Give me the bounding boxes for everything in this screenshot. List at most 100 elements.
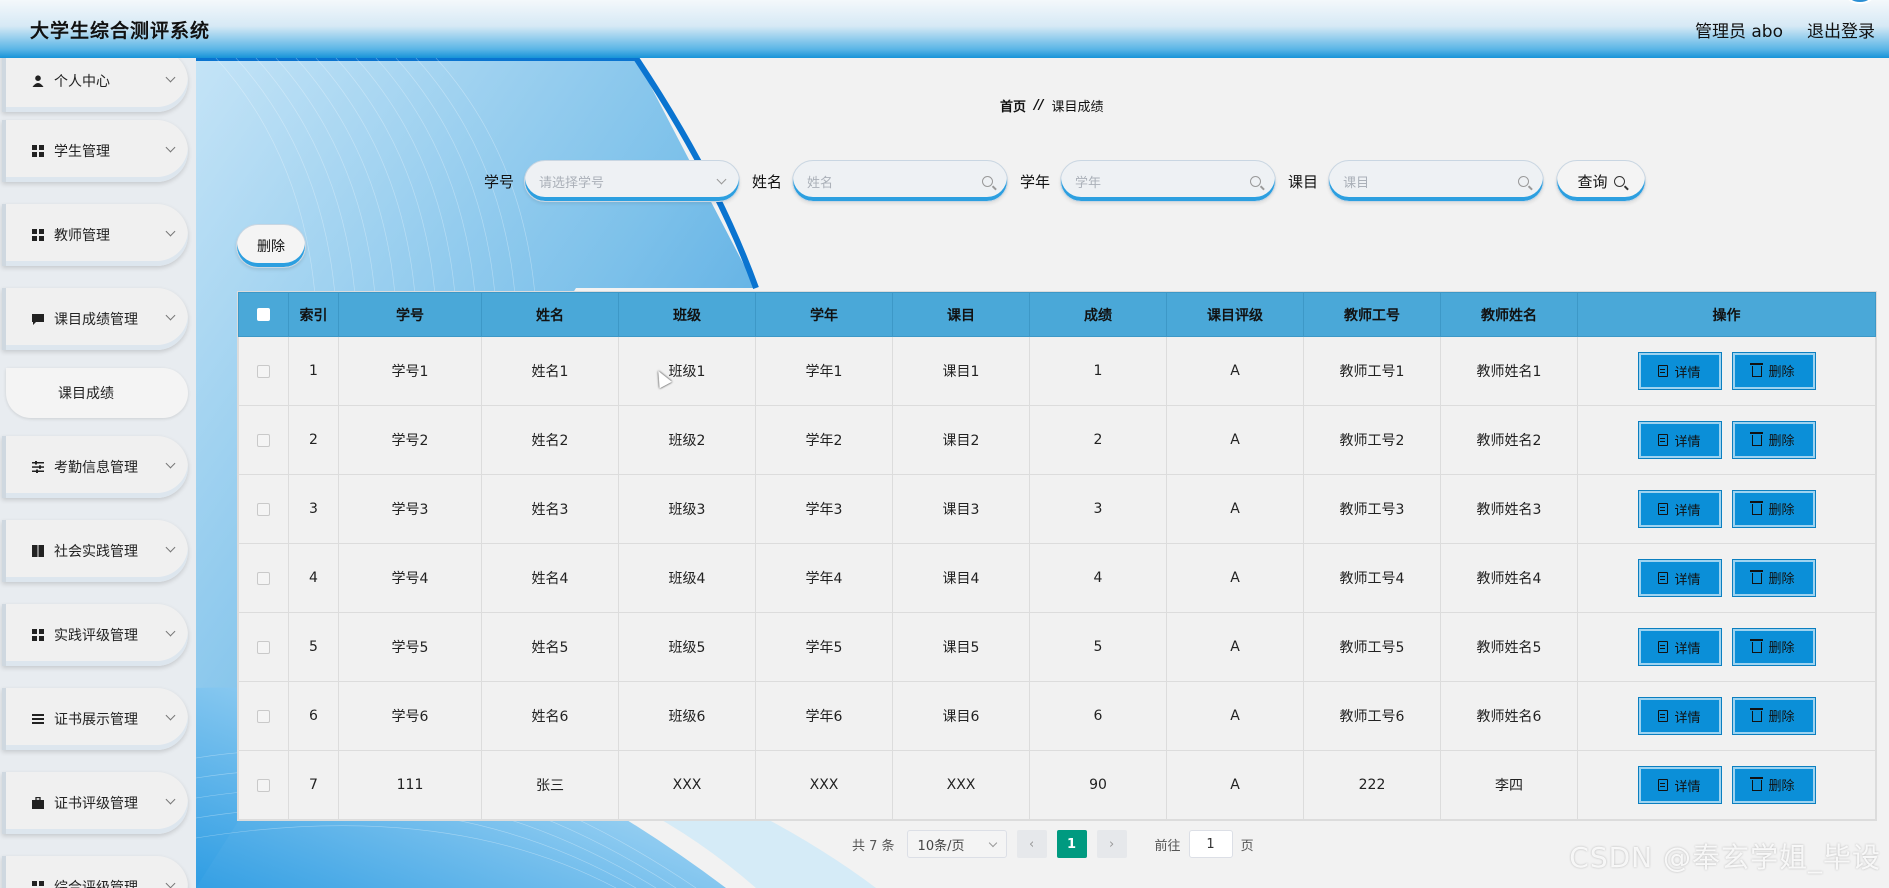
table-cell: 教师姓名6 bbox=[1440, 681, 1578, 751]
sidebar-item-personal-center[interactable]: 个人中心 bbox=[2, 58, 188, 112]
detail-button[interactable]: 详情 bbox=[1637, 559, 1722, 598]
goto-page-input[interactable]: 1 bbox=[1188, 830, 1233, 858]
table-cell: A bbox=[1166, 750, 1304, 820]
detail-button[interactable]: 详情 bbox=[1637, 697, 1722, 736]
name-label: 姓名 bbox=[752, 172, 783, 191]
search-bar: 学号 请选择学号 姓名 姓名 学年 学年 课目 课目 查询 bbox=[472, 160, 1647, 202]
sidebar-item-label: 个人中心 bbox=[54, 74, 110, 90]
sidebar-item-label: 学生管理 bbox=[54, 144, 110, 160]
delete-button[interactable]: 删除 bbox=[1731, 696, 1816, 735]
detail-button-label: 详情 bbox=[1674, 434, 1701, 450]
subject-placeholder: 课目 bbox=[1343, 175, 1370, 191]
column-header: 课目评级 bbox=[1166, 292, 1304, 337]
pagination: 共 7 条 10条/页 ‹ 1 › 前往 1 页 bbox=[852, 830, 1254, 858]
table-cell: 90 bbox=[1029, 750, 1167, 820]
sidebar-item-student-management[interactable]: 学生管理 bbox=[2, 120, 188, 182]
table-cell: 学年5 bbox=[755, 612, 893, 682]
delete-button[interactable]: 删除 bbox=[1731, 558, 1816, 597]
row-actions-cell: 详情 删除 bbox=[1577, 612, 1876, 682]
sidebar-item-attendance-management[interactable]: 考勤信息管理 bbox=[2, 436, 188, 498]
delete-button[interactable]: 删除 bbox=[1731, 765, 1816, 804]
breadcrumb-home[interactable]: 首页 bbox=[1000, 96, 1026, 115]
table-cell: 课目1 bbox=[892, 336, 1030, 406]
row-checkbox[interactable] bbox=[257, 571, 270, 585]
student-id-label: 学号 bbox=[484, 172, 515, 191]
table-cell: 1 bbox=[288, 336, 339, 406]
sidebar-item-social-practice-management[interactable]: 社会实践管理 bbox=[2, 520, 188, 582]
next-page-button[interactable]: › bbox=[1096, 830, 1127, 858]
column-header: 班级 bbox=[618, 292, 756, 337]
delete-button-label: 删除 bbox=[1768, 503, 1795, 519]
document-icon bbox=[1658, 503, 1669, 516]
detail-button[interactable]: 详情 bbox=[1637, 628, 1722, 667]
breadcrumb: 首页 // 课目成绩 bbox=[1000, 96, 1104, 115]
detail-button-label: 详情 bbox=[1674, 641, 1701, 657]
row-checkbox[interactable] bbox=[257, 640, 270, 654]
sidebar-item-label: 教师管理 bbox=[54, 228, 110, 244]
sidebar-item-certificate-rating-management[interactable]: 证书评级管理 bbox=[2, 772, 188, 834]
table-cell: 5 bbox=[1029, 612, 1167, 682]
chevron-down-icon bbox=[165, 458, 176, 469]
prev-page-button[interactable]: ‹ bbox=[1016, 830, 1047, 858]
detail-button-label: 详情 bbox=[1674, 779, 1701, 795]
row-checkbox[interactable] bbox=[257, 778, 270, 792]
student-id-select[interactable]: 请选择学号 bbox=[524, 160, 741, 202]
column-header: 教师姓名 bbox=[1440, 292, 1578, 337]
select-all-checkbox[interactable] bbox=[257, 308, 270, 321]
chevron-down-icon bbox=[165, 226, 176, 237]
column-header: 操作 bbox=[1577, 292, 1876, 337]
subject-search-input[interactable]: 课目 bbox=[1328, 160, 1545, 202]
sidebar-item-practice-rating-management[interactable]: 实践评级管理 bbox=[2, 604, 188, 666]
delete-button[interactable]: 删除 bbox=[1731, 351, 1816, 390]
table-cell: 4 bbox=[1029, 543, 1167, 613]
column-header: 成绩 bbox=[1029, 292, 1167, 337]
delete-button[interactable]: 删除 bbox=[1731, 420, 1816, 459]
logout-link[interactable]: 退出登录 bbox=[1807, 17, 1875, 42]
column-header: 学号 bbox=[338, 292, 482, 337]
batch-delete-button[interactable]: 删除 bbox=[236, 224, 306, 268]
column-header: 姓名 bbox=[481, 292, 619, 337]
chevron-down-icon bbox=[165, 542, 176, 553]
sidebar-item-certificate-display-management[interactable]: 证书展示管理 bbox=[2, 688, 188, 750]
delete-button[interactable]: 删除 bbox=[1731, 489, 1816, 528]
name-search-input[interactable]: 姓名 bbox=[792, 160, 1009, 202]
document-icon bbox=[1658, 365, 1669, 378]
admin-user-label[interactable]: 管理员 abo bbox=[1695, 17, 1783, 42]
page-size-select[interactable]: 10条/页 bbox=[906, 830, 1007, 858]
row-checkbox[interactable] bbox=[257, 502, 270, 516]
row-checkbox[interactable] bbox=[257, 709, 270, 723]
sidebar-subitem-subject-score[interactable]: 课目成绩 bbox=[6, 368, 188, 418]
table-cell: 姓名4 bbox=[481, 543, 619, 613]
sidebar-item-subject-score-management[interactable]: 课目成绩管理 bbox=[2, 288, 188, 350]
detail-button[interactable]: 详情 bbox=[1637, 421, 1722, 460]
table-cell: 姓名3 bbox=[481, 474, 619, 544]
sidebar-item-teacher-management[interactable]: 教师管理 bbox=[2, 204, 188, 266]
row-checkbox[interactable] bbox=[257, 364, 270, 378]
grid-icon bbox=[32, 145, 44, 157]
table-cell: 学号4 bbox=[338, 543, 482, 613]
table-cell: A bbox=[1166, 474, 1304, 544]
table-cell: 课目5 bbox=[892, 612, 1030, 682]
top-header: 大学生综合测评系统 管理员 abo 退出登录 bbox=[0, 0, 1889, 58]
table-cell: 李四 bbox=[1440, 750, 1578, 820]
page-number-button[interactable]: 1 bbox=[1056, 830, 1087, 858]
sidebar-item-comprehensive-rating-management[interactable]: 综合评级管理 bbox=[2, 856, 188, 888]
year-search-input[interactable]: 学年 bbox=[1060, 160, 1277, 202]
detail-button[interactable]: 详情 bbox=[1637, 352, 1722, 391]
row-checkbox[interactable] bbox=[257, 433, 270, 447]
query-button[interactable]: 查询 bbox=[1556, 160, 1647, 202]
detail-button[interactable]: 详情 bbox=[1637, 490, 1722, 529]
table-cell: 班级3 bbox=[618, 474, 756, 544]
table-cell: 6 bbox=[1029, 681, 1167, 751]
list-icon bbox=[32, 713, 44, 725]
table-row: 4 学号4 姓名4 班级4 学年4 课目4 4 A 教师工号4 教师姓名4 详情 删除 bbox=[238, 543, 1876, 613]
avatar[interactable] bbox=[1845, 0, 1875, 4]
table-cell: A bbox=[1166, 405, 1304, 475]
table-cell: 班级6 bbox=[618, 681, 756, 751]
delete-button[interactable]: 删除 bbox=[1731, 627, 1816, 666]
table-cell: 3 bbox=[1029, 474, 1167, 544]
delete-button-label: 删除 bbox=[1768, 434, 1795, 450]
sliders-icon bbox=[32, 461, 44, 473]
document-icon bbox=[1658, 779, 1669, 792]
detail-button[interactable]: 详情 bbox=[1637, 766, 1722, 805]
